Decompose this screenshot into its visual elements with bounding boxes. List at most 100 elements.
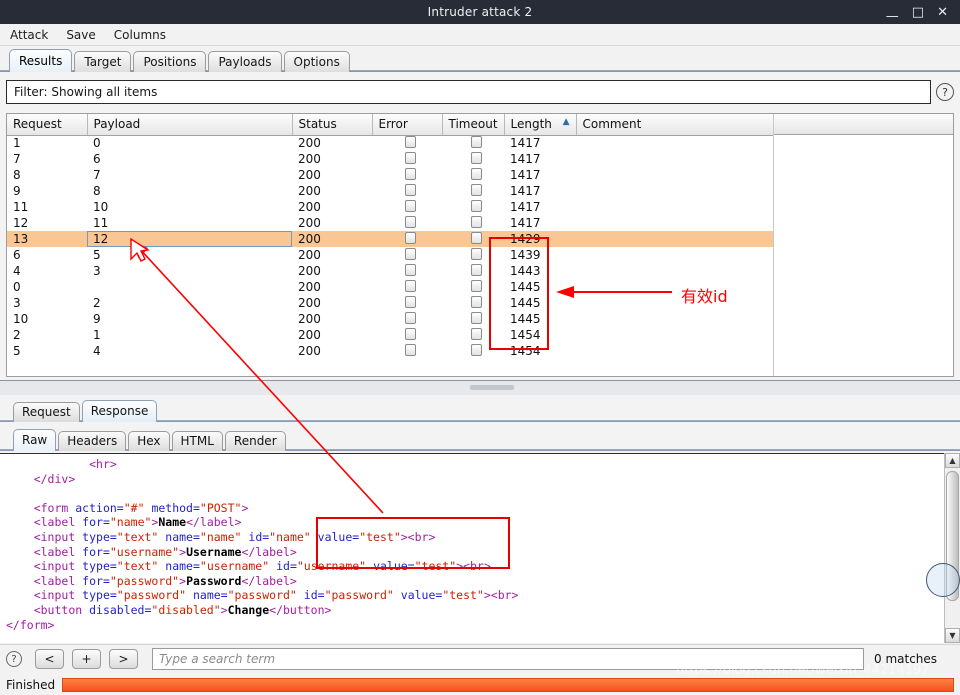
table-row[interactable]: 5 4 200 1454 [7, 343, 773, 359]
cell-timeout[interactable] [442, 295, 504, 311]
cell-timeout[interactable] [442, 231, 504, 247]
cell-timeout[interactable] [442, 263, 504, 279]
table-row[interactable]: 6 5 200 1439 [7, 247, 773, 263]
cell-error[interactable] [372, 263, 442, 279]
timeout-checkbox[interactable] [470, 327, 482, 340]
error-checkbox[interactable] [404, 247, 416, 260]
cell-timeout[interactable] [442, 311, 504, 327]
tab-response[interactable]: Response [81, 400, 158, 422]
cell-timeout[interactable] [442, 279, 504, 295]
table-row[interactable]: 4 3 200 1443 [7, 263, 773, 279]
scroll-down-icon[interactable]: ▼ [945, 628, 960, 643]
search-help-icon[interactable]: ? [6, 651, 22, 667]
tab-html[interactable]: HTML [171, 431, 223, 451]
question-mark-icon[interactable]: ? [936, 83, 954, 101]
error-checkbox[interactable] [404, 279, 416, 292]
menu-item-save[interactable]: Save [64, 27, 97, 43]
timeout-checkbox[interactable] [470, 311, 482, 324]
cell-error[interactable] [372, 343, 442, 359]
maximize-icon[interactable]: □ [912, 6, 924, 19]
timeout-checkbox[interactable] [470, 263, 482, 276]
menu-item-columns[interactable]: Columns [112, 27, 168, 43]
cell-timeout[interactable] [442, 247, 504, 263]
error-checkbox[interactable] [404, 215, 416, 228]
cell-error[interactable] [372, 215, 442, 231]
menu-item-attack[interactable]: Attack [8, 27, 50, 43]
cell-error[interactable] [372, 151, 442, 167]
error-checkbox[interactable] [404, 167, 416, 180]
column-header-status[interactable]: Status [292, 114, 373, 136]
tab-raw[interactable]: Raw [13, 429, 57, 451]
table-row[interactable]: 0 200 1445 [7, 279, 773, 295]
cell-timeout[interactable] [442, 215, 504, 231]
close-icon[interactable]: ✕ [937, 6, 948, 19]
column-header-length[interactable]: Length ▲ [504, 114, 577, 136]
cell-timeout[interactable] [442, 167, 504, 183]
tab-request[interactable]: Request [13, 402, 80, 422]
table-row[interactable]: 2 1 200 1454 [7, 327, 773, 343]
cell-timeout[interactable] [442, 199, 504, 215]
table-row[interactable]: 7 6 200 1417 [7, 151, 773, 167]
timeout-checkbox[interactable] [470, 151, 482, 164]
timeout-checkbox[interactable] [470, 183, 482, 196]
cell-error[interactable] [372, 199, 442, 215]
timeout-checkbox[interactable] [470, 279, 482, 292]
error-checkbox[interactable] [404, 343, 416, 356]
response-body-panel[interactable]: <hr> </div> <form action="#" method="POS… [0, 453, 960, 643]
error-checkbox[interactable] [404, 183, 416, 196]
tab-target[interactable]: Target [74, 51, 132, 72]
tab-render[interactable]: Render [224, 431, 286, 451]
column-header-comment[interactable]: Comment [576, 114, 774, 136]
timeout-checkbox[interactable] [470, 215, 482, 228]
column-header-error[interactable]: Error [372, 114, 443, 136]
error-checkbox[interactable] [404, 311, 416, 324]
error-checkbox[interactable] [404, 263, 416, 276]
timeout-checkbox[interactable] [470, 167, 482, 180]
scroll-up-icon[interactable]: ▲ [945, 453, 960, 468]
error-checkbox[interactable] [404, 151, 416, 164]
cell-timeout[interactable] [442, 343, 504, 359]
cell-error[interactable] [372, 311, 442, 327]
tab-positions[interactable]: Positions [133, 51, 207, 72]
table-row[interactable]: 11 10 200 1417 [7, 199, 773, 215]
table-row[interactable]: 10 9 200 1445 [7, 311, 773, 327]
timeout-checkbox[interactable] [470, 295, 482, 308]
timeout-checkbox[interactable] [470, 231, 482, 244]
results-table-container[interactable]: Request Payload Status Error Timeout Len… [6, 113, 954, 377]
tab-options[interactable]: Options [283, 51, 350, 72]
cell-error[interactable] [372, 295, 442, 311]
timeout-checkbox[interactable] [470, 343, 482, 356]
error-checkbox[interactable] [404, 231, 416, 244]
tab-headers[interactable]: Headers [58, 431, 127, 451]
minimize-icon[interactable]: — [886, 10, 899, 23]
table-row[interactable]: 12 11 200 1417 [7, 215, 773, 231]
error-checkbox[interactable] [404, 199, 416, 212]
cell-error[interactable] [372, 135, 442, 151]
split-grip[interactable] [470, 385, 514, 390]
cell-error[interactable] [372, 247, 442, 263]
timeout-checkbox[interactable] [470, 199, 482, 212]
table-row[interactable]: 1 0 200 1417 [7, 135, 773, 151]
timeout-checkbox[interactable] [470, 135, 482, 148]
cell-error[interactable] [372, 183, 442, 199]
error-checkbox[interactable] [404, 327, 416, 340]
error-checkbox[interactable] [404, 135, 416, 148]
tab-results[interactable]: Results [9, 49, 73, 72]
table-row[interactable]: 8 7 200 1417 [7, 167, 773, 183]
cell-timeout[interactable] [442, 327, 504, 343]
tab-hex[interactable]: Hex [128, 431, 170, 451]
table-row[interactable]: 9 8 200 1417 [7, 183, 773, 199]
column-header-timeout[interactable]: Timeout [442, 114, 505, 136]
cell-timeout[interactable] [442, 151, 504, 167]
column-header-payload[interactable]: Payload [87, 114, 293, 136]
table-row[interactable]: 3 2 200 1445 [7, 295, 773, 311]
response-vertical-scrollbar[interactable]: ▲ ▼ [944, 453, 960, 643]
cell-error[interactable] [372, 167, 442, 183]
error-checkbox[interactable] [404, 295, 416, 308]
cell-error[interactable] [372, 279, 442, 295]
table-row[interactable]: 13 12 200 1429 [7, 231, 773, 247]
filter-bar[interactable]: Filter: Showing all items [6, 80, 931, 104]
search-prev-button[interactable]: < [35, 649, 64, 669]
search-add-button[interactable]: + [72, 649, 101, 669]
tab-payloads[interactable]: Payloads [208, 51, 282, 72]
